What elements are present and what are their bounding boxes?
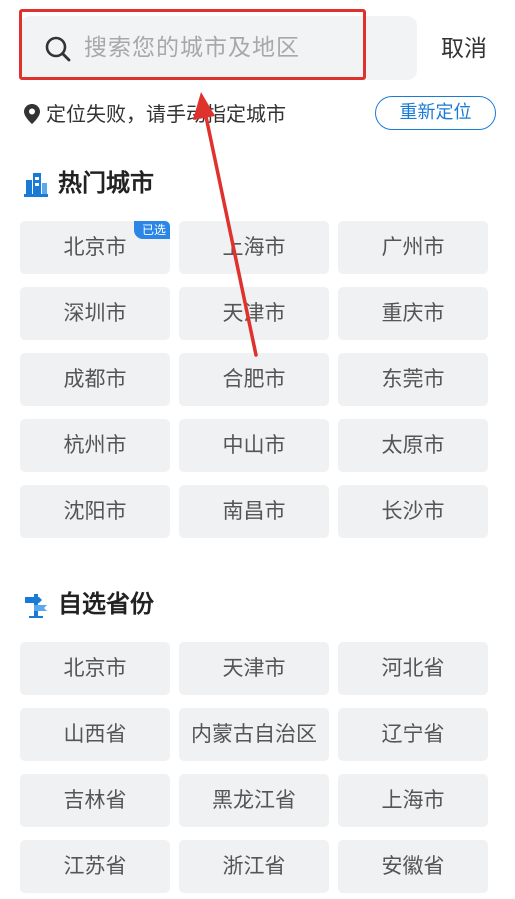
province-item[interactable]: 北京市 [20, 642, 170, 695]
hot-city-item[interactable]: 太原市 [338, 419, 488, 472]
hot-city-item[interactable]: 天津市 [179, 287, 329, 340]
province-item[interactable]: 上海市 [338, 774, 488, 827]
search-input[interactable]: 搜索您的城市及地区 [20, 16, 417, 80]
relocate-button[interactable]: 重新定位 [375, 96, 496, 130]
location-status-text: 定位失败，请手动指定城市 [46, 102, 286, 126]
province-item[interactable]: 天津市 [179, 642, 329, 695]
hot-city-item[interactable]: 广州市 [338, 221, 488, 274]
hot-city-item[interactable]: 沈阳市 [20, 485, 170, 538]
hot-cities-grid: 北京市 已选 上海市 广州市深圳市 天津市 重庆市成都市 合肥市 东莞市杭州市 中山市 太原市沈阳… [20, 221, 488, 538]
hot-cities-title: 热门城市 [58, 169, 154, 197]
cancel-button[interactable]: 取消 [441, 32, 487, 66]
search-placeholder: 搜索您的城市及地区 [84, 35, 300, 61]
province-item[interactable]: 内蒙古自治区 [179, 708, 329, 761]
hot-city-item[interactable]: 上海市 [179, 221, 329, 274]
search-icon [45, 36, 71, 62]
hot-city-item[interactable]: 深圳市 [20, 287, 170, 340]
province-item[interactable]: 吉林省 [20, 774, 170, 827]
map-pin-icon [24, 104, 40, 124]
location-status-row: 定位失败，请手动指定城市 重新定位 [0, 96, 515, 132]
province-item[interactable]: 安徽省 [338, 840, 488, 893]
province-item[interactable]: 浙江省 [179, 840, 329, 893]
hot-city-item[interactable]: 合肥市 [179, 353, 329, 406]
building-icon [24, 173, 48, 197]
hot-city-item[interactable]: 东莞市 [338, 353, 488, 406]
search-bar-row: 搜索您的城市及地区 取消 [0, 0, 515, 90]
selected-badge: 已选 [133, 221, 170, 239]
hot-city-item[interactable]: 中山市 [179, 419, 329, 472]
province-item[interactable]: 山西省 [20, 708, 170, 761]
province-item[interactable]: 河北省 [338, 642, 488, 695]
province-item[interactable]: 辽宁省 [338, 708, 488, 761]
hot-city-item[interactable]: 长沙市 [338, 485, 488, 538]
hot-city-item[interactable]: 北京市 已选 [20, 221, 170, 274]
hot-city-item[interactable]: 成都市 [20, 353, 170, 406]
provinces-header: 自选省份 [0, 585, 515, 625]
hot-city-item[interactable]: 南昌市 [179, 485, 329, 538]
signpost-icon [25, 594, 47, 618]
hot-city-item[interactable]: 重庆市 [338, 287, 488, 340]
provinces-title: 自选省份 [58, 590, 154, 618]
province-item[interactable]: 江苏省 [20, 840, 170, 893]
provinces-grid: 北京市 天津市 河北省山西省 内蒙古自治区 辽宁省吉林省 黑龙江省 上海市江苏省 浙江省 安徽省 [20, 642, 488, 893]
province-item[interactable]: 黑龙江省 [179, 774, 329, 827]
hot-cities-header: 热门城市 [0, 164, 515, 204]
hot-city-item[interactable]: 杭州市 [20, 419, 170, 472]
